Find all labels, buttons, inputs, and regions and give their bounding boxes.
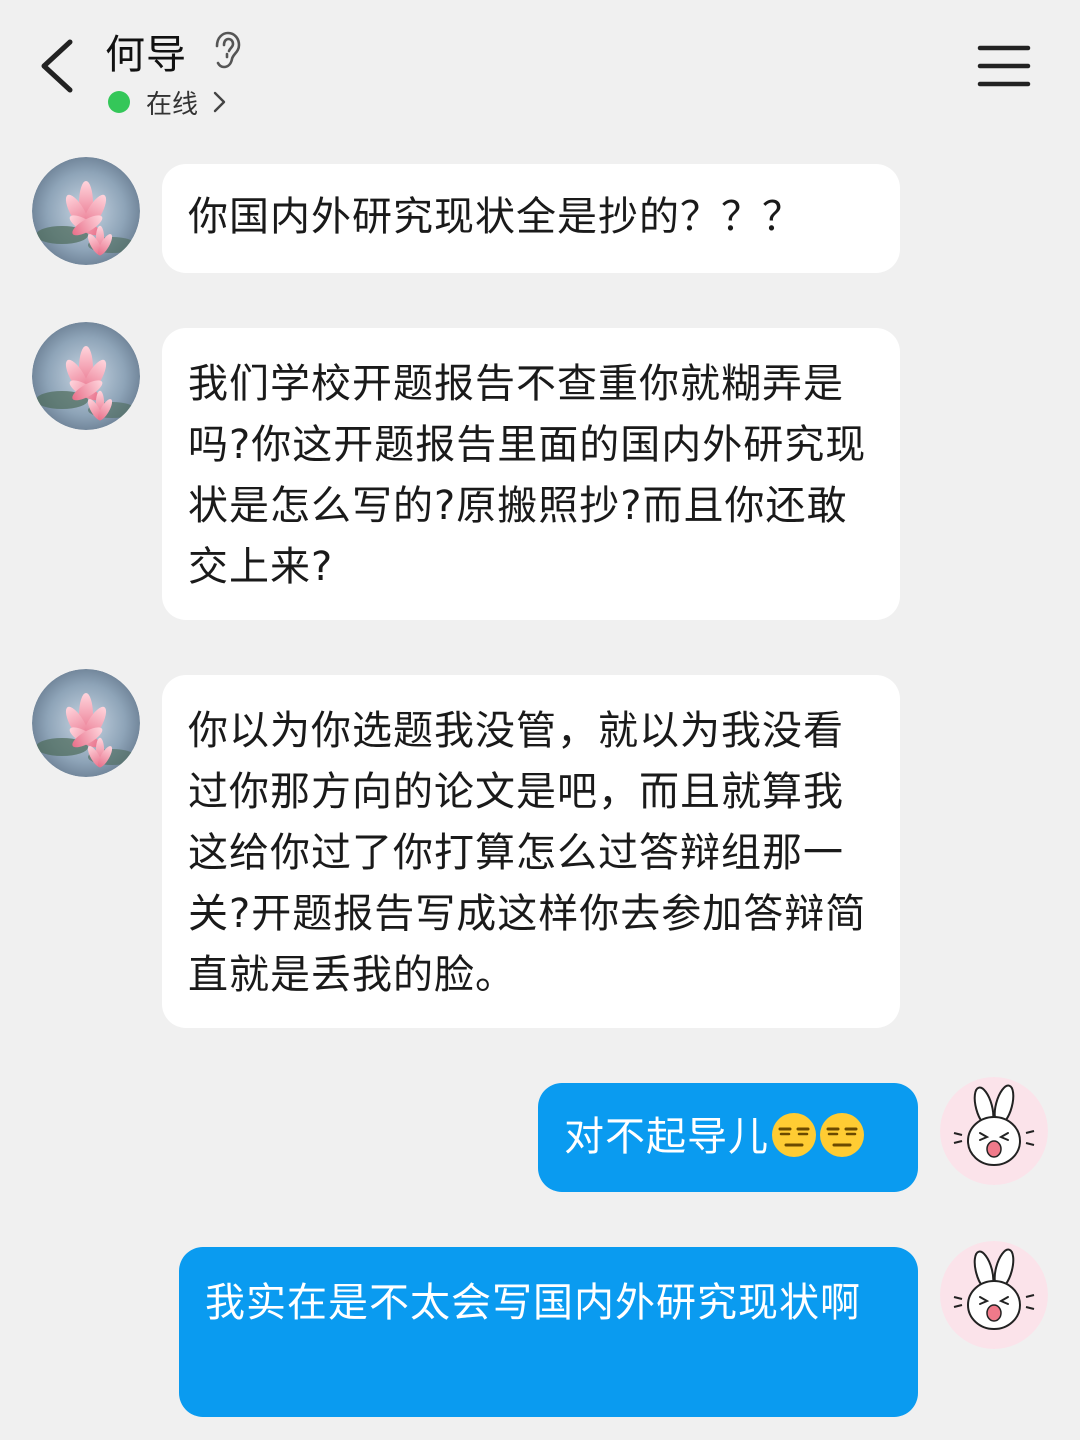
user-avatar[interactable] bbox=[940, 1241, 1048, 1349]
user-avatar[interactable] bbox=[940, 1077, 1048, 1185]
online-status[interactable]: 在线 bbox=[108, 84, 228, 120]
message-bubble[interactable]: 你以为你选题我没管，就以为我没看过你那方向的论文是吧，而且就算我这给你过了你打算… bbox=[162, 675, 900, 1028]
contact-avatar[interactable] bbox=[32, 322, 140, 430]
chevron-right-icon bbox=[213, 91, 226, 113]
menu-button[interactable] bbox=[976, 42, 1032, 90]
back-button[interactable] bbox=[30, 30, 90, 100]
chevron-left-icon bbox=[41, 39, 73, 93]
unamused-face-emoji-icon bbox=[819, 1112, 865, 1158]
contact-avatar[interactable] bbox=[32, 669, 140, 777]
message-bubble[interactable]: 对不起导儿 bbox=[538, 1083, 918, 1192]
contact-name[interactable]: 何导 bbox=[105, 22, 187, 80]
message-bubble[interactable]: 我们学校开题报告不查重你就糊弄是吗?你这开题报告里面的国内外研究现状是怎么写的?… bbox=[162, 328, 900, 620]
chat-header: 何导 在线 bbox=[0, 0, 1080, 135]
message-bubble[interactable]: 我实在是不太会写国内外研究现状啊 bbox=[179, 1247, 918, 1417]
unamused-face-emoji-icon bbox=[771, 1112, 817, 1158]
contact-avatar[interactable] bbox=[32, 157, 140, 265]
message-text: 对不起导儿 bbox=[564, 1114, 769, 1160]
ear-icon[interactable] bbox=[208, 30, 244, 70]
message-bubble[interactable]: 你国内外研究现状全是抄的？？？ bbox=[162, 164, 900, 273]
online-dot bbox=[108, 91, 130, 113]
hamburger-menu-icon bbox=[977, 45, 1031, 87]
status-text: 在线 bbox=[146, 89, 199, 120]
